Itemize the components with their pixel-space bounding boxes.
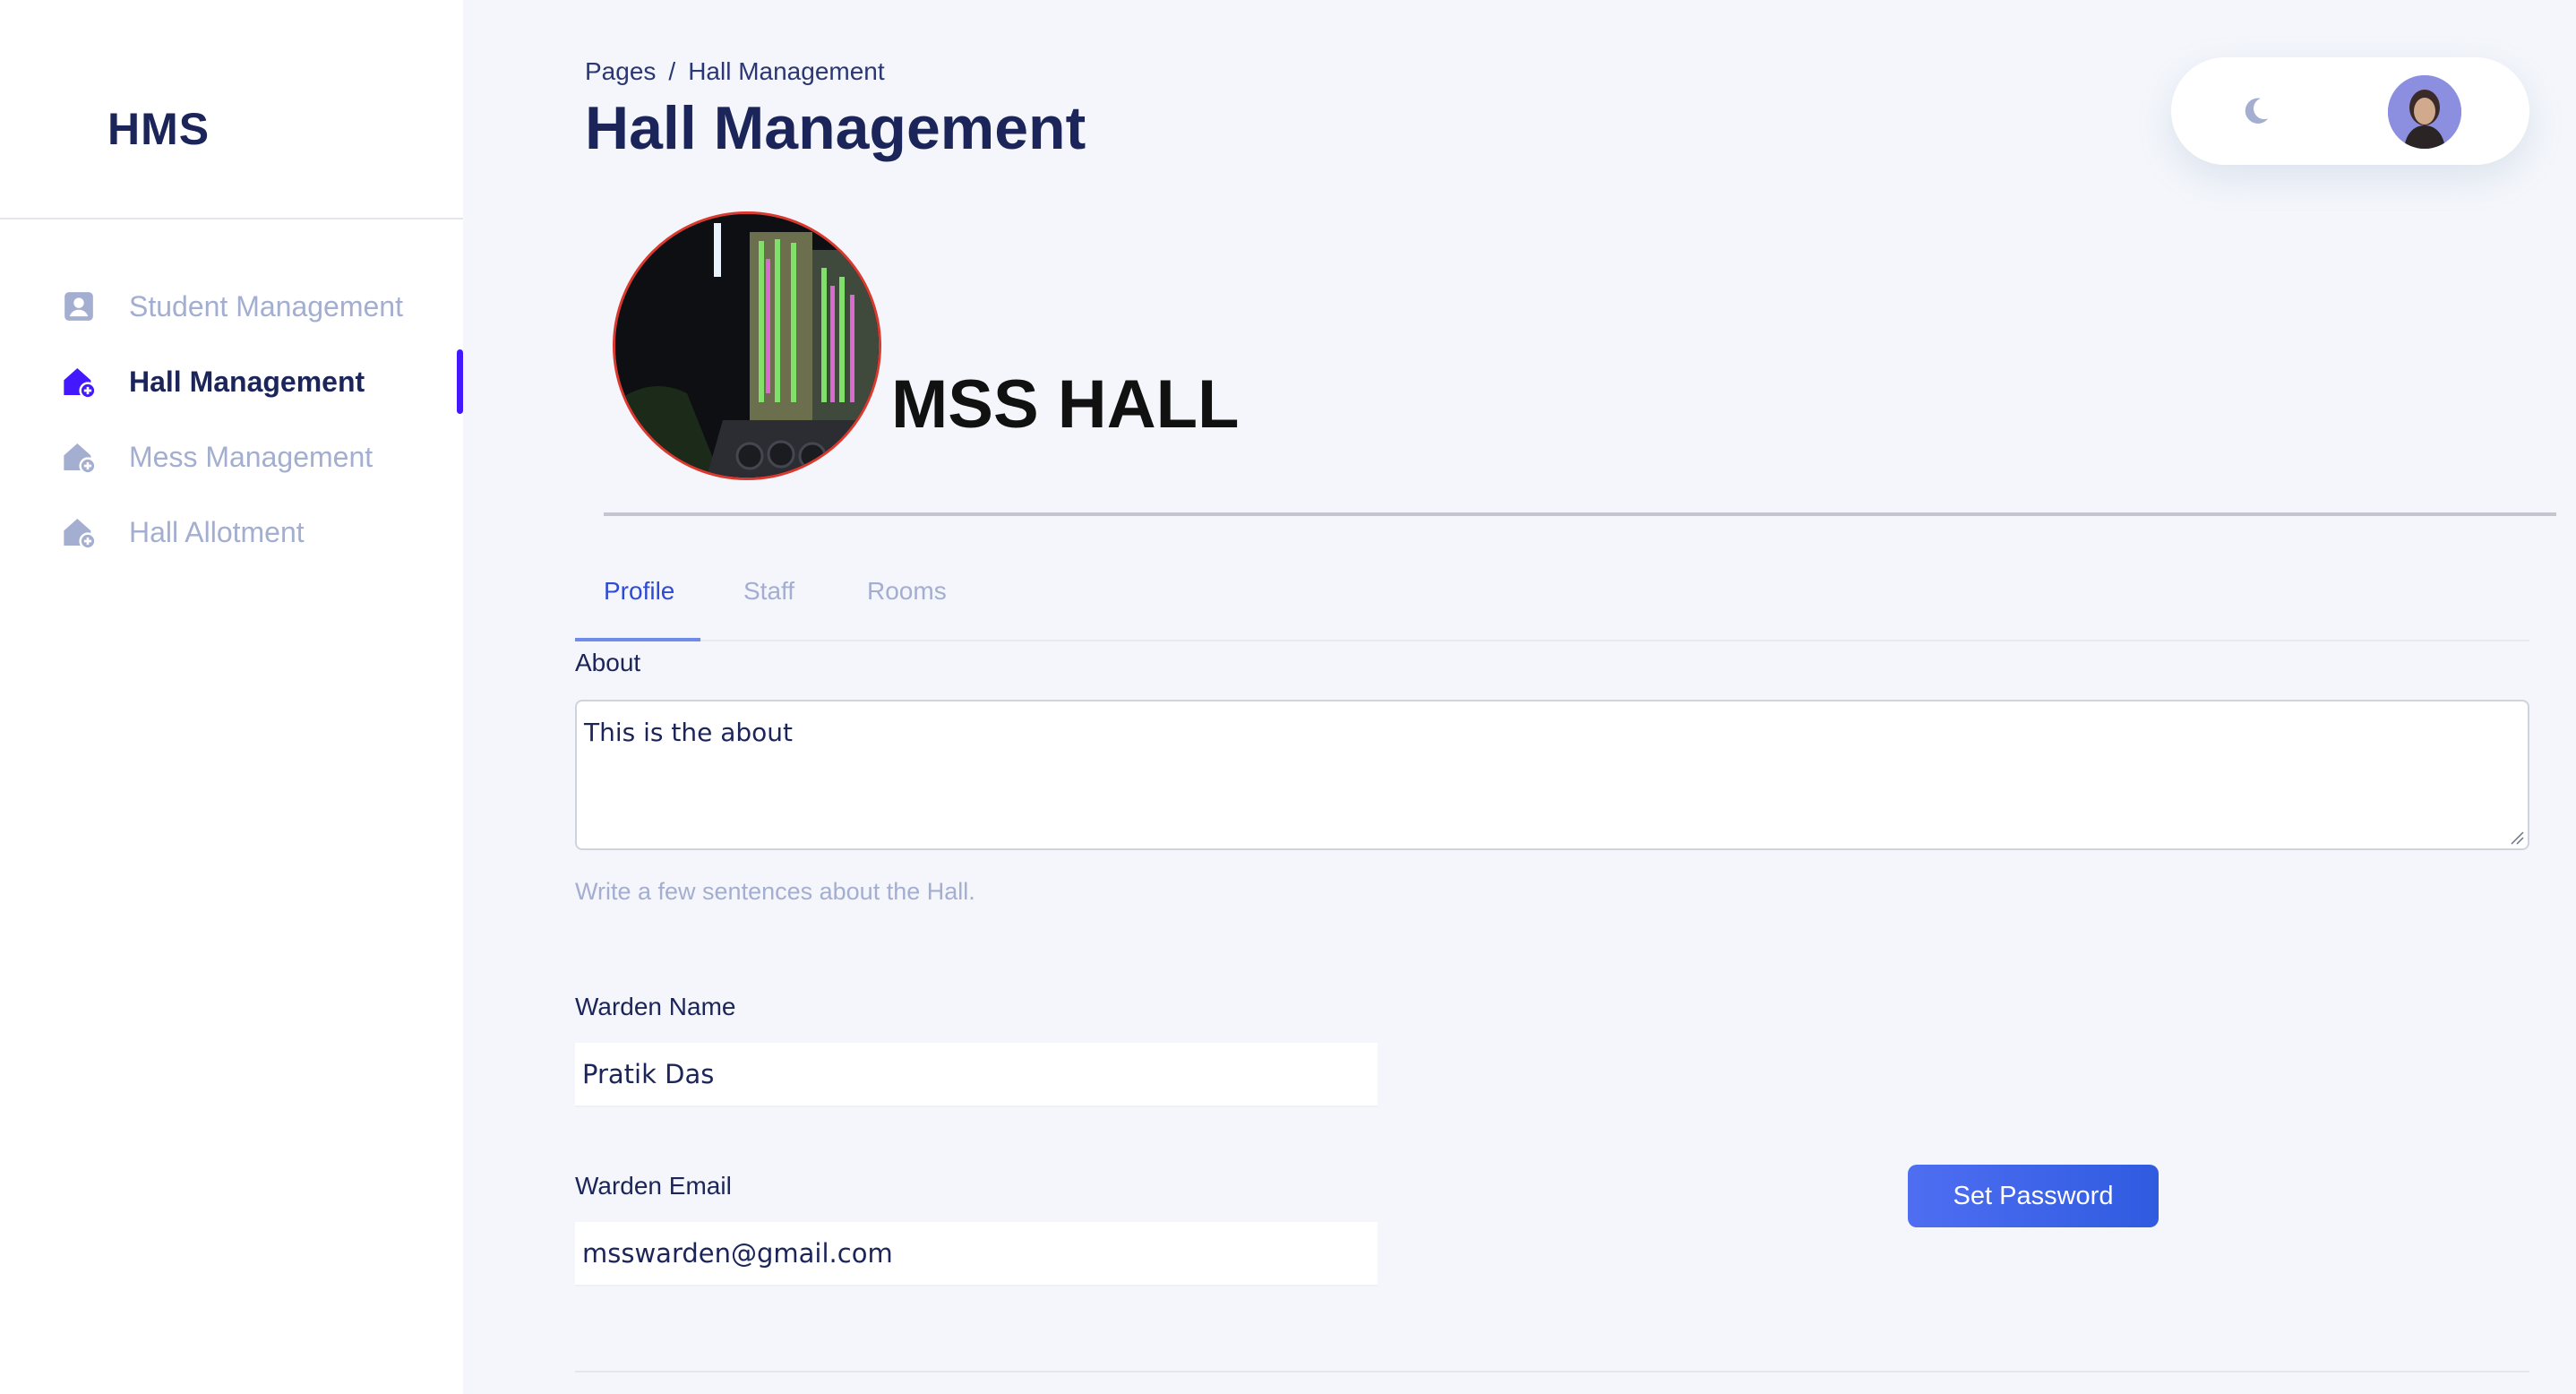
app-logo: HMS [107,104,210,154]
warden-name-field[interactable]: Pratik Das [575,1043,1378,1107]
about-textarea[interactable]: This is the about [575,700,2529,850]
warden-name-value: Pratik Das [582,1059,715,1089]
tab-staff[interactable]: Staff [743,577,794,606]
set-password-button[interactable]: Set Password [1908,1165,2159,1227]
sidebar-item-hall-management[interactable]: Hall Management [0,344,463,419]
person-badge-icon [61,288,97,324]
sidebar-nav: Student Management Hall Management Mess … [0,269,463,570]
tab-profile[interactable]: Profile [604,577,674,606]
sidebar-item-label: Student Management [129,289,403,323]
resize-grip-icon[interactable] [2510,830,2524,845]
sidebar-item-student-management[interactable]: Student Management [0,269,463,344]
sidebar-item-label: Hall Management [129,365,365,398]
home-plus-icon [61,514,97,550]
home-plus-icon [61,439,97,475]
section-divider [575,1371,2529,1372]
sidebar-item-label: Mess Management [129,440,374,473]
moon-icon[interactable] [2237,93,2273,129]
hall-divider [604,512,2556,516]
about-text: This is the about [584,718,794,747]
top-toolbar [2171,57,2529,165]
active-indicator [457,349,463,414]
home-plus-icon [61,364,97,400]
breadcrumb-separator: / [668,57,676,85]
active-tab-underline [575,638,700,641]
breadcrumb: Pages / Hall Management [585,57,885,86]
about-helper-text: Write a few sentences about the Hall. [575,878,975,905]
tab-bar: Profile Staff Rooms [575,555,2529,641]
hall-photo [613,211,881,480]
breadcrumb-root[interactable]: Pages [585,57,656,85]
sidebar-item-hall-allotment[interactable]: Hall Allotment [0,495,463,570]
about-label: About [575,649,641,676]
warden-email-value: msswarden@gmail.com [582,1238,893,1269]
sidebar-item-mess-management[interactable]: Mess Management [0,419,463,495]
sidebar-item-label: Hall Allotment [129,515,305,548]
warden-email-label: Warden Email [575,1172,732,1200]
sidebar: HMS Student Management Hall Management M… [0,0,463,1394]
breadcrumb-current: Hall Management [688,57,885,85]
hall-name: MSS HALL [891,366,1240,443]
tab-rooms[interactable]: Rooms [867,577,947,606]
warden-email-field[interactable]: msswarden@gmail.com [575,1222,1378,1286]
warden-name-label: Warden Name [575,993,736,1020]
sidebar-divider [0,218,463,219]
avatar[interactable] [2388,75,2461,149]
page-title: Hall Management [585,94,1086,162]
